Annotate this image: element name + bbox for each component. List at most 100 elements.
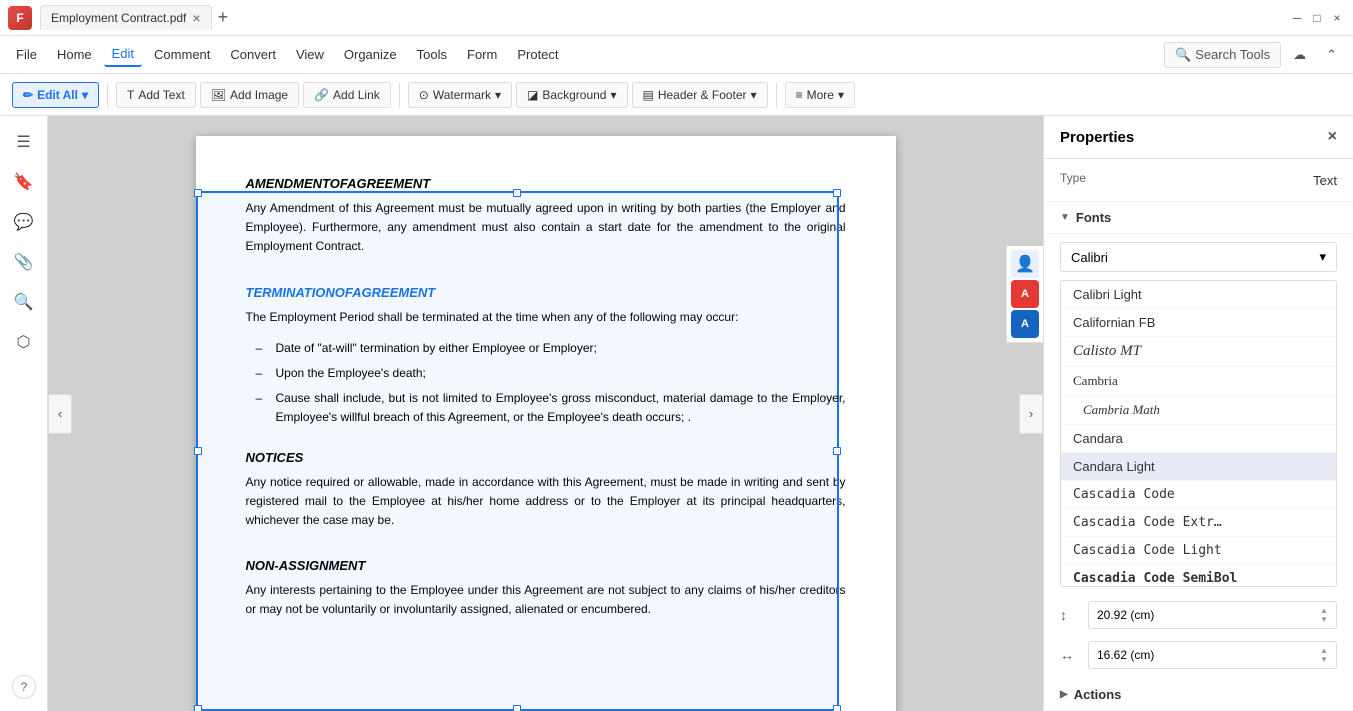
add-image-button[interactable]: 🖼 Add Image [200,82,299,108]
cloud-sync-button[interactable]: ☁ [1285,43,1314,67]
add-link-button[interactable]: 🔗 Add Link [303,82,391,108]
word-button[interactable]: A [1011,310,1039,338]
fonts-collapse-arrow: ▼ [1060,212,1070,223]
add-link-icon: 🔗 [314,88,329,102]
toolbar-separator-1 [107,83,108,107]
panel-title: Properties [1060,129,1134,146]
main-layout: ☰ 🔖 💬 📎 🔍 ⬡ ? AMENDMENTOFAGREEMENT [0,116,1353,711]
font-item-candara-light[interactable]: Candara Light [1061,453,1336,481]
fonts-section-header[interactable]: ▼ Fonts [1044,202,1353,234]
close-window-button[interactable]: × [1329,10,1345,26]
sidebar-item-layers[interactable]: ⬡ [6,324,42,360]
actions-label: Actions [1074,687,1122,702]
font-item-candara[interactable]: Candara [1061,425,1336,453]
height-spinner[interactable]: ▲▼ [1320,606,1328,624]
tab[interactable]: Employment Contract.pdf × [40,5,212,30]
add-text-icon: T [127,88,134,102]
selection-handle-bottom-right[interactable] [833,705,841,711]
selection-handle-top-left[interactable] [194,189,202,197]
type-label: Type [1060,171,1086,185]
section-title-termination: TERMINATIONOFAGREEMENT [246,285,846,300]
user-icon-button[interactable]: 👤 [1011,250,1039,278]
font-item-calisto-mt[interactable]: Calisto MT [1061,337,1336,367]
list-item-termination-2: Upon the Employee's death; [246,364,846,383]
header-footer-button[interactable]: ▤ Header & Footer ▾ [632,82,768,108]
selection-handle-left[interactable] [194,447,202,455]
selection-handle-bottom-left[interactable] [194,705,202,711]
sidebar-item-pages[interactable]: ☰ [6,124,42,160]
actions-section-header[interactable]: ▶ Actions [1044,679,1353,711]
more-label: More [807,88,834,102]
height-input[interactable]: 20.92 (cm) ▲▼ [1088,601,1337,629]
watermark-button[interactable]: ⊙ Watermark ▾ [408,82,512,108]
font-item-cambria[interactable]: Cambria [1061,367,1336,396]
menu-convert[interactable]: Convert [222,43,284,66]
right-arrow-icon: › [1029,406,1033,421]
ai-button[interactable]: A [1011,280,1039,308]
new-tab-button[interactable]: + [218,7,229,28]
type-value: Text [1313,173,1337,188]
section-title-notices: NOTICES [246,450,846,465]
fonts-label: Fonts [1076,210,1111,225]
font-selector[interactable]: Calibri ▾ [1060,242,1337,272]
sidebar-item-search[interactable]: 🔍 [6,284,42,320]
menu-organize[interactable]: Organize [336,43,405,66]
section-body-nonassignment: Any interests pertaining to the Employee… [246,581,846,619]
content-area[interactable]: AMENDMENTOFAGREEMENT Any Amendment of th… [48,116,1043,711]
edit-all-button[interactable]: ✏ Edit All ▾ [12,82,99,108]
nav-next-button[interactable]: › [1019,394,1043,434]
font-item-cambria-math[interactable]: Cambria Math [1061,396,1336,425]
add-text-button[interactable]: T Add Text [116,82,196,108]
selection-handle-bottom[interactable] [513,705,521,711]
left-arrow-icon: ‹ [58,406,62,421]
font-item-cascadia-code[interactable]: Cascadia Code [1061,481,1336,509]
width-spinner[interactable]: ▲▼ [1320,646,1328,664]
sidebar-item-comments[interactable]: 💬 [6,204,42,240]
section-body-amendment: Any Amendment of this Agreement must be … [246,199,846,257]
font-item-cascadia-code-light[interactable]: Cascadia Code Light [1061,537,1336,565]
background-button[interactable]: ◪ Background ▾ [516,82,627,108]
menu-edit[interactable]: Edit [104,42,142,67]
font-item-cascadia-code-extra[interactable]: Cascadia Code Extr… [1061,509,1336,537]
menu-view[interactable]: View [288,43,332,66]
minimize-button[interactable]: ─ [1289,10,1305,26]
menu-home[interactable]: Home [49,43,100,66]
header-footer-dropdown-icon: ▾ [751,88,757,102]
font-item-californian-fb[interactable]: Californian FB [1061,309,1336,337]
menu-form[interactable]: Form [459,43,505,66]
panel-type-section: Type Text [1044,159,1353,202]
tab-title: Employment Contract.pdf [51,11,186,25]
pdf-page: AMENDMENTOFAGREEMENT Any Amendment of th… [196,136,896,711]
width-input[interactable]: 16.62 (cm) ▲▼ [1088,641,1337,669]
section-title-amendment: AMENDMENTOFAGREEMENT [246,176,846,191]
menu-file[interactable]: File [8,43,45,66]
menu-comment[interactable]: Comment [146,43,218,66]
window-controls: ─ □ × [1289,10,1345,26]
watermark-icon: ⊙ [419,88,429,102]
font-list[interactable]: Calibri Light Californian FB Calisto MT … [1060,280,1337,587]
panel-header: Properties × [1044,116,1353,159]
more-button[interactable]: ≡ More ▾ [785,82,855,108]
nav-previous-button[interactable]: ‹ [48,394,72,434]
font-item-cascadia-code-semibold[interactable]: Cascadia Code SemiBol [1061,565,1336,587]
font-item-calibri-light[interactable]: Calibri Light [1061,281,1336,309]
list-item-termination-3: Cause shall include, but is not limited … [246,389,846,427]
sidebar-item-bookmarks[interactable]: 🔖 [6,164,42,200]
panel-close-button[interactable]: × [1328,128,1337,146]
height-dimension-row: ↕ 20.92 (cm) ▲▼ [1044,595,1353,635]
menu-tools[interactable]: Tools [409,43,455,66]
floating-panel-icons: 👤 A A [1006,246,1043,343]
menu-protect[interactable]: Protect [509,43,566,66]
sidebar-item-attachments[interactable]: 📎 [6,244,42,280]
collapse-button[interactable]: ⌃ [1318,43,1345,67]
font-dropdown-arrow: ▾ [1319,249,1326,265]
background-dropdown-icon: ▾ [610,88,616,102]
help-button[interactable]: ? [12,675,36,699]
toolbar: ✏ Edit All ▾ T Add Text 🖼 Add Image 🔗 Ad… [0,74,1353,116]
search-tools-button[interactable]: 🔍 Search Tools [1164,42,1281,68]
tab-close-icon[interactable]: × [192,10,200,26]
search-tools-icon: 🔍 [1175,47,1191,63]
width-dimension-row: ↔ 16.62 (cm) ▲▼ [1044,635,1353,675]
maximize-button[interactable]: □ [1309,10,1325,26]
edit-all-label: Edit All [37,88,78,102]
